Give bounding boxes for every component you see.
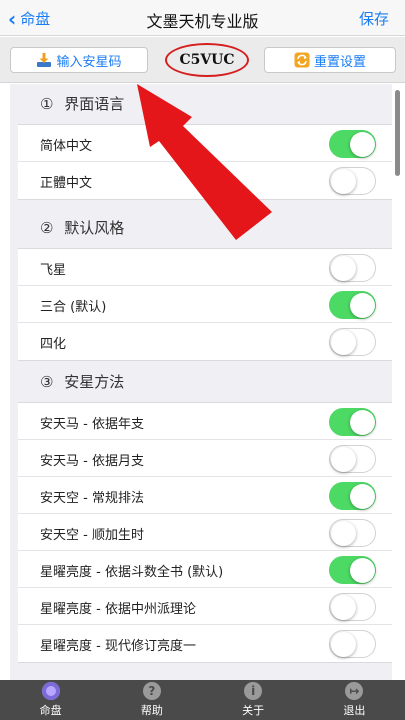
list-item: 星曜亮度 - 依据斗数全书 (默认): [18, 551, 392, 588]
list-item: 飞星: [18, 249, 392, 286]
row-label: 安天空 - 常规排法: [40, 491, 144, 506]
reset-settings-button[interactable]: 重置设置: [264, 47, 396, 73]
toggle-knob: [331, 169, 356, 194]
toggle-switch[interactable]: [329, 291, 376, 319]
list-item: 正體中文: [18, 162, 392, 199]
tab-chart[interactable]: 命盘: [0, 680, 101, 720]
row-label: 星曜亮度 - 依据中州派理论: [40, 602, 196, 617]
row-label: 安天马 - 依据年支: [40, 417, 144, 432]
toggle-knob: [350, 484, 375, 509]
settings-list[interactable]: ① 界面语言 简体中文 正體中文 ② 默认风格 飞星 三合 (默认) 四化 ③ …: [10, 84, 392, 680]
section-title: 界面语言: [64, 95, 125, 113]
tab-bar: 命盘 ? 帮助 i 关于 ↦ 退出: [0, 680, 405, 720]
help-icon: ?: [142, 682, 161, 700]
row-label: 星曜亮度 - 现代修订亮度一: [40, 639, 196, 654]
toggle-knob: [350, 410, 375, 435]
row-label: 三合 (默认): [40, 300, 107, 315]
toggle-switch[interactable]: [329, 482, 376, 510]
toggle-switch[interactable]: [329, 445, 376, 473]
download-tray-icon: [37, 53, 52, 67]
toggle-knob: [331, 447, 356, 472]
row-label: 安天马 - 依据月支: [40, 454, 144, 469]
toggle-knob: [331, 330, 356, 355]
toggle-switch[interactable]: [329, 130, 376, 158]
refresh-icon: [294, 52, 310, 68]
section-header: ③ 安星方法: [10, 362, 392, 402]
list-item: 简体中文: [18, 125, 392, 162]
chart-disc-icon: [41, 682, 60, 700]
exit-icon: ↦: [345, 682, 364, 700]
toggle-switch[interactable]: [329, 593, 376, 621]
star-code-display: C5VUC: [165, 43, 249, 77]
section-number: ②: [40, 219, 54, 237]
section-title: 默认风格: [64, 219, 125, 237]
toggle-switch[interactable]: [329, 254, 376, 282]
tab-exit[interactable]: ↦ 退出: [304, 680, 405, 720]
section-star-method: ③ 安星方法 安天马 - 依据年支 安天马 - 依据月支 安天空 - 常规排法 …: [10, 362, 392, 663]
section-rows: 简体中文 正體中文: [18, 124, 392, 200]
toolbar: 输入安星码 C5VUC 重置设置: [0, 37, 405, 83]
toggle-switch[interactable]: [329, 556, 376, 584]
toggle-knob: [331, 256, 356, 281]
tab-label: 帮助: [140, 704, 163, 717]
toggle-switch[interactable]: [329, 519, 376, 547]
tab-label: 命盘: [39, 704, 62, 717]
scrollbar[interactable]: [395, 84, 400, 680]
reset-settings-label: 重置设置: [313, 54, 366, 70]
toggle-knob: [331, 521, 356, 546]
section-rows: 飞星 三合 (默认) 四化: [18, 248, 392, 361]
list-item: 安天空 - 常规排法: [18, 477, 392, 514]
list-item: 安天空 - 顺加生时: [18, 514, 392, 551]
list-item: 三合 (默认): [18, 286, 392, 323]
section-header: ② 默认风格: [10, 208, 392, 248]
section-number: ①: [40, 95, 54, 113]
toggle-switch[interactable]: [329, 328, 376, 356]
list-item: 安天马 - 依据年支: [18, 403, 392, 440]
info-icon: i: [244, 682, 263, 700]
tab-label: 退出: [343, 704, 366, 717]
section-language: ① 界面语言 简体中文 正體中文: [10, 84, 392, 200]
toggle-knob: [331, 632, 356, 657]
section-header: ① 界面语言: [10, 84, 392, 124]
toggle-switch[interactable]: [329, 630, 376, 658]
input-code-button[interactable]: 输入安星码: [10, 47, 148, 73]
section-number: ③: [40, 373, 54, 391]
toggle-knob: [350, 132, 375, 157]
row-label: 简体中文: [40, 139, 93, 154]
navigation-bar: ‹ 命盘 文墨天机专业版 保存: [0, 0, 405, 36]
star-code-value: C5VUC: [179, 52, 235, 68]
row-label: 正體中文: [40, 176, 93, 191]
section-rows: 安天马 - 依据年支 安天马 - 依据月支 安天空 - 常规排法 安天空 - 顺…: [18, 402, 392, 663]
toggle-knob: [350, 558, 375, 583]
toggle-switch[interactable]: [329, 408, 376, 436]
scrollbar-thumb[interactable]: [395, 90, 400, 176]
toggle-switch[interactable]: [329, 167, 376, 195]
tab-label: 关于: [242, 704, 265, 717]
list-item: 星曜亮度 - 现代修订亮度一: [18, 625, 392, 662]
toggle-knob: [331, 595, 356, 620]
section-title: 安星方法: [64, 373, 125, 391]
row-label: 四化: [40, 337, 67, 352]
list-item: 安天马 - 依据月支: [18, 440, 392, 477]
page-title: 文墨天机专业版: [146, 12, 259, 31]
row-label: 安天空 - 顺加生时: [40, 528, 144, 543]
row-label: 飞星: [40, 263, 67, 278]
tab-about[interactable]: i 关于: [203, 680, 304, 720]
section-style: ② 默认风格 飞星 三合 (默认) 四化: [10, 208, 392, 361]
toggle-knob: [350, 293, 375, 318]
input-code-label: 输入安星码: [56, 54, 122, 70]
list-item: 四化: [18, 323, 392, 360]
tab-help[interactable]: ? 帮助: [101, 680, 202, 720]
save-button[interactable]: 保存: [359, 8, 389, 29]
list-item: 星曜亮度 - 依据中州派理论: [18, 588, 392, 625]
row-label: 星曜亮度 - 依据斗数全书 (默认): [40, 565, 224, 580]
